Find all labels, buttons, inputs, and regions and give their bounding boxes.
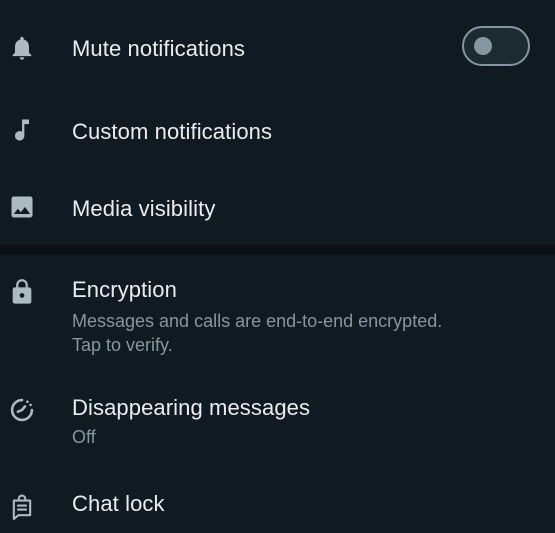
encryption-subtitle-line1: Messages and calls are end-to-end encryp… [72, 311, 443, 331]
media-visibility-row[interactable]: Media visibility [0, 168, 555, 245]
timer-icon [8, 396, 36, 424]
mute-notifications-row[interactable]: Mute notifications [0, 0, 555, 96]
section-divider [0, 245, 555, 255]
chat-lock-row[interactable]: Chat lock [0, 467, 555, 533]
custom-notifications-row[interactable]: Custom notifications [0, 96, 555, 168]
custom-notifications-label: Custom notifications [72, 119, 273, 144]
bell-icon [8, 34, 36, 62]
disappearing-messages-value: Off [72, 427, 96, 447]
encryption-label: Encryption [72, 277, 177, 302]
music-note-icon [8, 116, 36, 144]
lock-icon [8, 278, 36, 306]
media-visibility-label: Media visibility [72, 196, 216, 221]
mute-notifications-label: Mute notifications [72, 36, 245, 61]
disappearing-messages-label: Disappearing messages [72, 395, 311, 420]
chat-info-settings-screen: Mute notifications Custom notifications … [0, 0, 555, 533]
chat-lock-label: Chat lock [72, 491, 165, 516]
mute-notifications-toggle[interactable] [462, 26, 530, 66]
encryption-row[interactable]: Encryption Messages and calls are end-to… [0, 255, 555, 372]
encryption-subtitle-line2: Tap to verify. [72, 335, 173, 355]
toggle-knob [474, 37, 492, 55]
disappearing-messages-row[interactable]: Disappearing messages Off [0, 372, 555, 467]
chat-lock-icon [8, 493, 36, 521]
image-icon [8, 193, 36, 221]
